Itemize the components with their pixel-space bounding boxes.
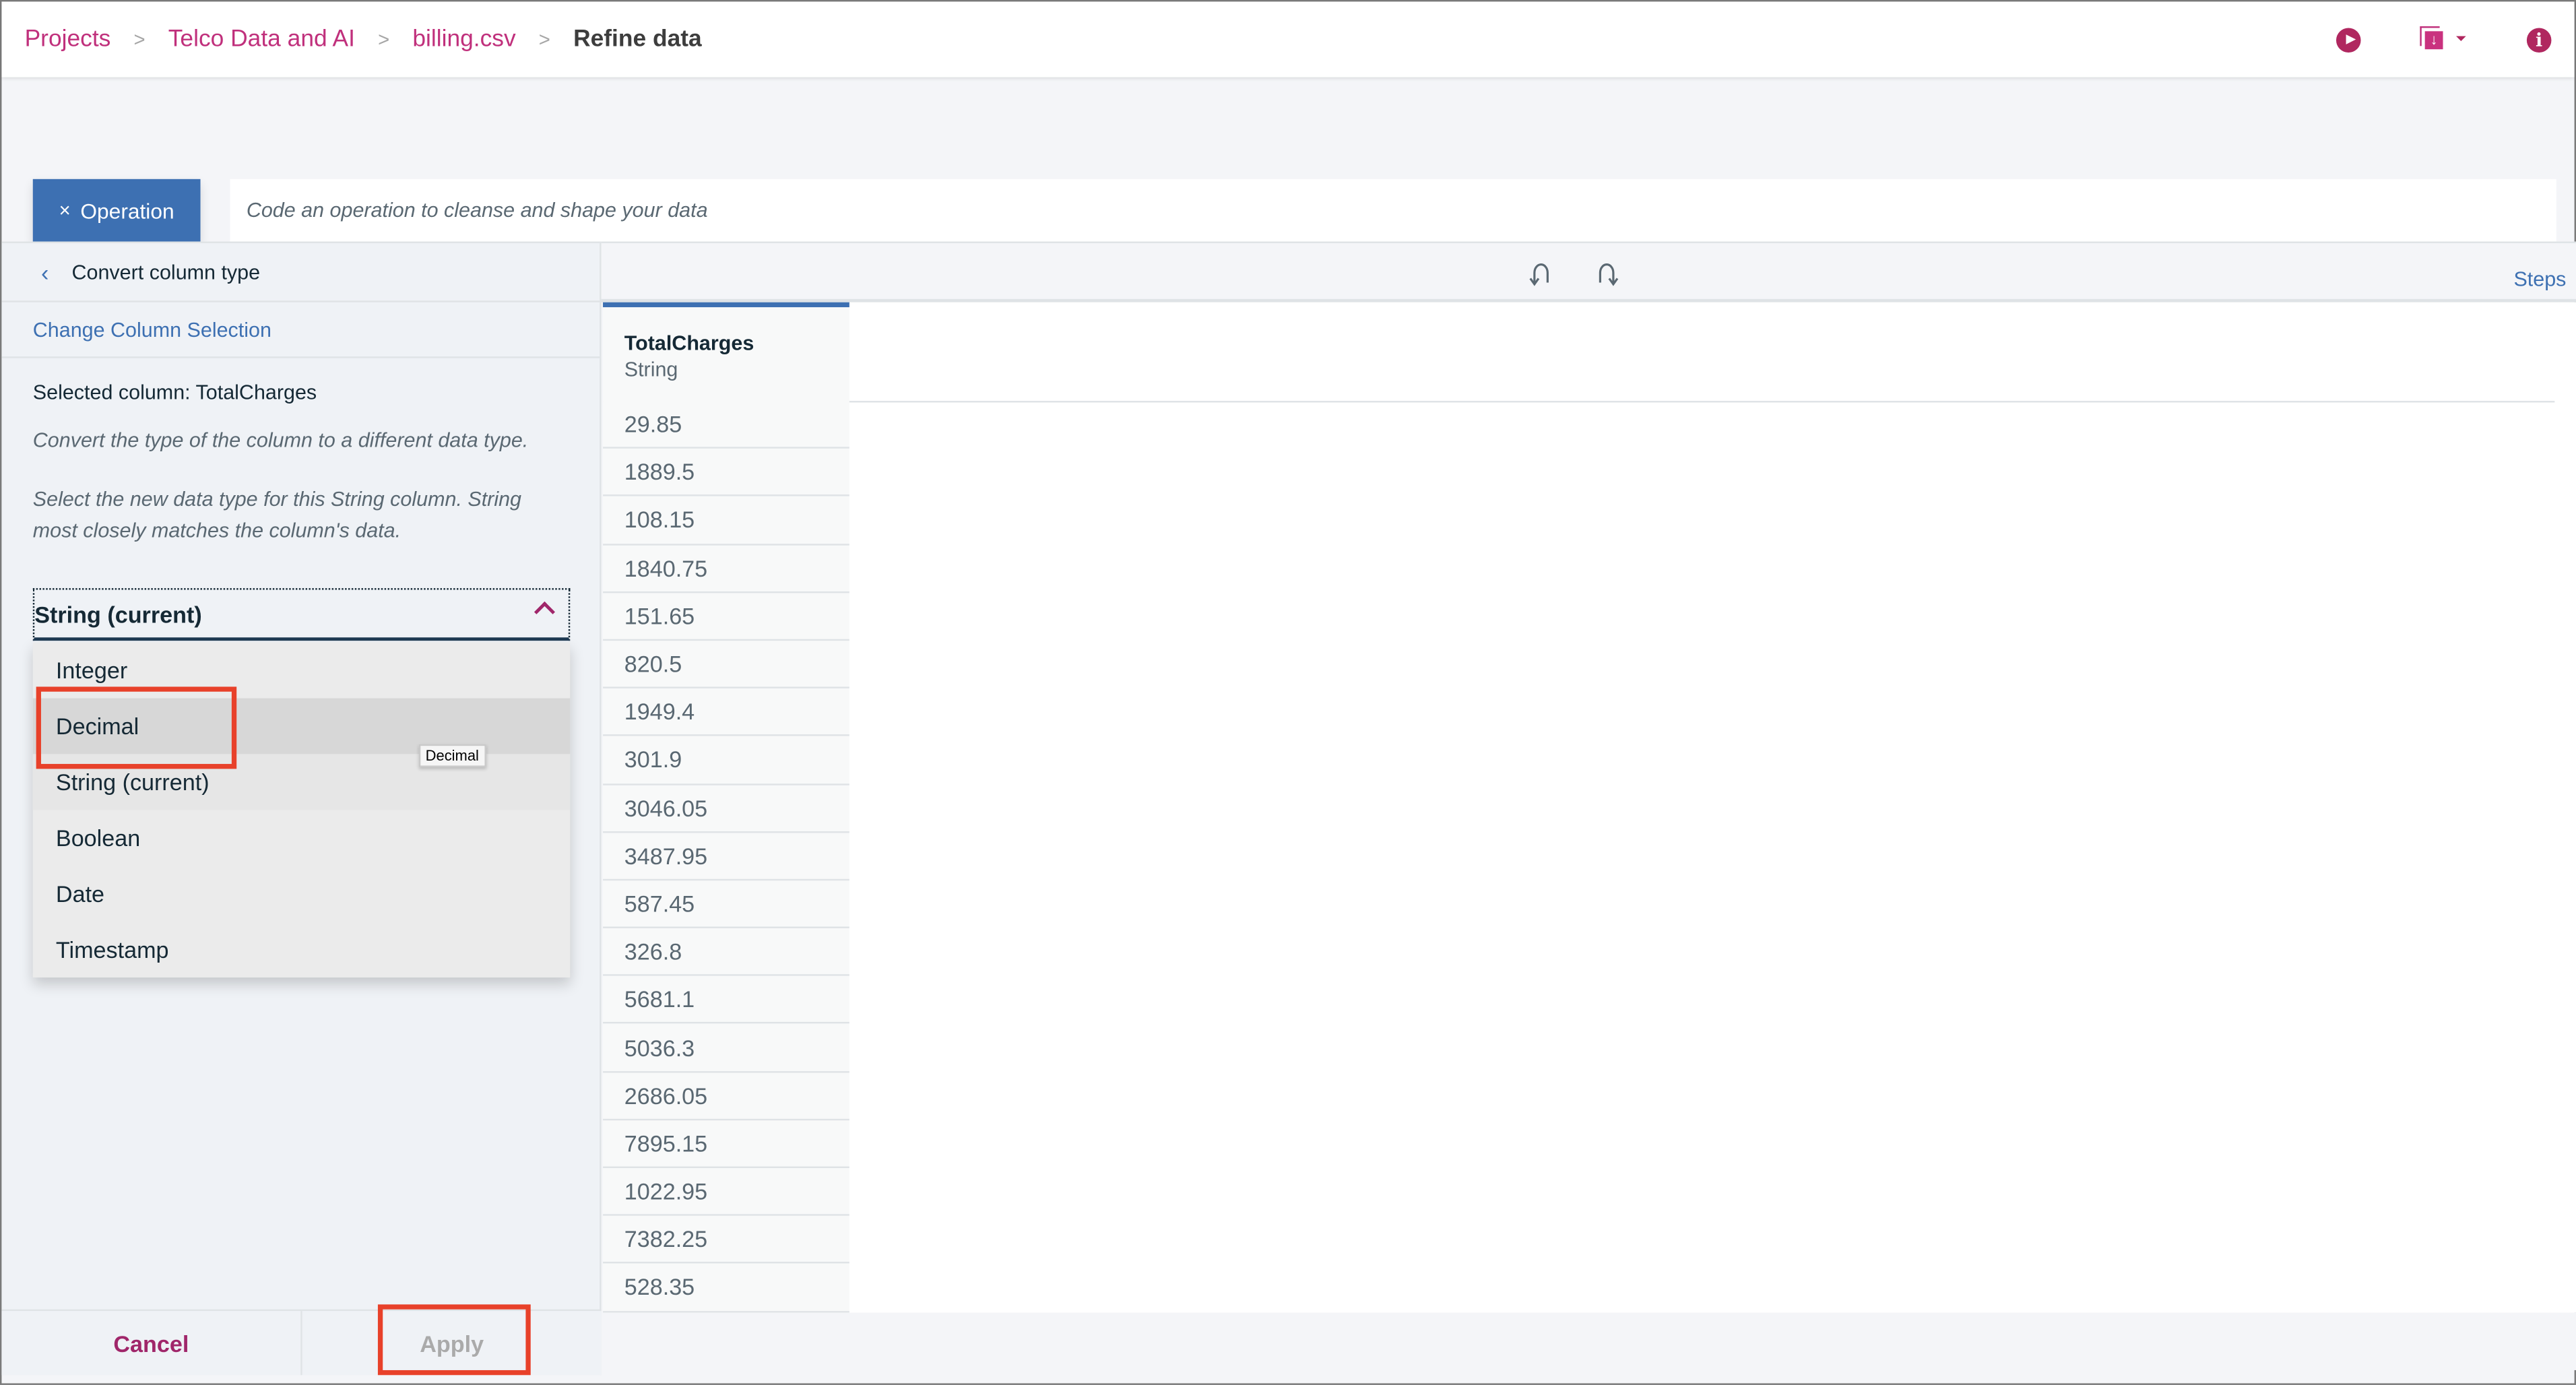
apply-button[interactable]: Apply [302, 1311, 602, 1376]
table-cell[interactable]: 3046.05 [603, 785, 849, 833]
header-divider [603, 401, 2555, 403]
data-type-menu: Integer Decimal String (current) Boolean… [32, 642, 571, 978]
panel-title: Convert column type [71, 260, 261, 284]
table-cell[interactable]: 326.8 [603, 928, 849, 977]
refine-data-window: Projects > Telco Data and AI > billing.c… [0, 0, 2576, 1385]
chevron-up-icon [534, 601, 555, 622]
table-cell[interactable]: 2686.05 [603, 1072, 849, 1120]
column-header[interactable]: TotalCharges String [603, 302, 849, 401]
menu-item-integer[interactable]: Integer [33, 643, 570, 699]
table-cell[interactable]: 1949.4 [603, 688, 849, 737]
caret-down-icon[interactable] [2456, 36, 2466, 41]
menu-item-string[interactable]: String (current) [32, 754, 571, 810]
operation-code-input[interactable] [230, 179, 2556, 242]
download-arrow-icon: ↓ [2424, 31, 2443, 50]
operation-button-label: Operation [80, 197, 174, 223]
grid-footer [603, 1312, 2576, 1370]
data-type-dropdown[interactable]: String (current) [32, 588, 571, 641]
redo-icon[interactable] [1592, 259, 1621, 289]
table-cell[interactable]: 528.35 [603, 1264, 849, 1312]
table-cell[interactable]: 5036.3 [603, 1024, 849, 1072]
menu-item-decimal[interactable]: Decimal [32, 698, 571, 754]
breadcrumb-current: Refine data [573, 26, 702, 53]
menu-item-timestamp[interactable]: Timestamp [33, 922, 570, 977]
breadcrumb-project[interactable]: Telco Data and AI [168, 26, 355, 53]
dropdown-selected-value: String (current) [34, 600, 202, 627]
column-totalcharges: TotalCharges String 29.85 1889.5 108.15 184… [603, 302, 849, 1312]
table-cell[interactable]: 151.65 [603, 593, 849, 641]
table-cell[interactable]: 301.9 [603, 736, 849, 785]
breadcrumb: Projects > Telco Data and AI > billing.c… [25, 26, 702, 53]
undo-icon[interactable] [1526, 259, 1556, 289]
table-cell[interactable]: 820.5 [603, 641, 849, 689]
table-cell[interactable]: 587.45 [603, 880, 849, 929]
table-cell[interactable]: 29.85 [603, 401, 849, 449]
chevron-right-icon: > [538, 28, 550, 51]
breadcrumb-file[interactable]: billing.csv [412, 26, 515, 53]
back-chevron-icon[interactable]: ‹ [41, 259, 49, 285]
change-column-selection-link[interactable]: Change Column Selection [1, 302, 600, 358]
breadcrumb-projects[interactable]: Projects [25, 26, 111, 53]
data-grid: TotalCharges String 29.85 1889.5 108.15 184… [603, 302, 2576, 1313]
panel-footer: Cancel Apply [1, 1309, 602, 1376]
export-download-icon[interactable]: ↓ [2420, 26, 2446, 53]
table-cell[interactable]: 1840.75 [603, 545, 849, 593]
top-bar: Projects > Telco Data and AI > billing.c… [1, 1, 2575, 77]
run-icon[interactable] [2336, 28, 2361, 53]
cancel-button[interactable]: Cancel [1, 1311, 302, 1376]
menu-item-date[interactable]: Date [33, 866, 570, 922]
selected-column-label: Selected column: TotalCharges [32, 381, 317, 404]
info-icon[interactable]: i [2526, 28, 2552, 53]
operation-panel: ‹ Convert column type Change Column Sele… [1, 241, 602, 1376]
table-cell[interactable]: 7382.25 [603, 1216, 849, 1264]
table-cell[interactable]: 5681.1 [603, 976, 849, 1025]
column-name: TotalCharges [624, 331, 754, 355]
steps-link[interactable]: Steps [2513, 268, 2566, 291]
table-cell[interactable]: 3487.95 [603, 833, 849, 880]
column-cells: 29.85 1889.5 108.15 1840.75 151.65 820.5 1949.… [603, 401, 849, 1312]
operation-description: Convert the type of the column to a diff… [32, 428, 529, 452]
table-cell[interactable]: 1022.95 [603, 1168, 849, 1217]
menu-item-boolean[interactable]: Boolean [33, 810, 570, 866]
close-icon: × [59, 199, 71, 222]
panel-header: ‹ Convert column type [1, 241, 600, 302]
option-tooltip: Decimal [418, 744, 486, 767]
operation-button[interactable]: × Operation [32, 179, 201, 242]
table-cell[interactable]: 108.15 [603, 496, 849, 545]
table-cell[interactable]: 7895.15 [603, 1120, 849, 1168]
column-type: String [624, 358, 678, 381]
operation-instruction: Select the new data type for this String… [32, 488, 522, 542]
table-cell[interactable]: 1889.5 [603, 449, 849, 497]
grid-toolbar: Steps [601, 241, 2576, 302]
chevron-right-icon: > [133, 28, 146, 51]
chevron-right-icon: > [378, 28, 390, 51]
